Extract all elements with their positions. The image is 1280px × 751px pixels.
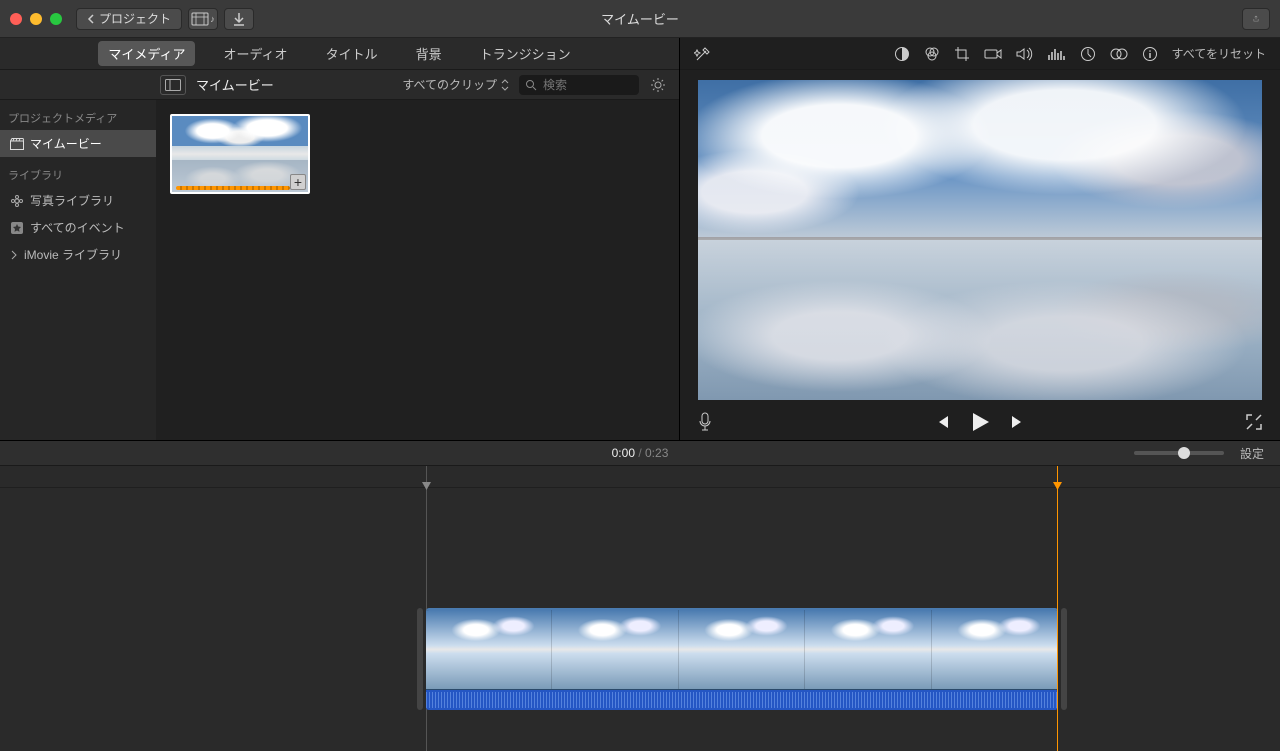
clip-thumbnail[interactable]: + <box>170 114 310 194</box>
clapperboard-icon <box>10 138 24 150</box>
import-button[interactable] <box>224 8 254 30</box>
clip-browser: + <box>156 100 679 440</box>
media-tabs: マイメディア オーディオ タイトル 背景 トランジション <box>0 38 679 70</box>
timeline-ruler[interactable] <box>0 466 1280 488</box>
volume-icon[interactable] <box>1016 46 1034 62</box>
zoom-slider[interactable] <box>1134 451 1224 455</box>
tab-backgrounds[interactable]: 背景 <box>406 41 452 66</box>
stabilization-icon[interactable] <box>984 47 1002 61</box>
timeline[interactable] <box>0 466 1280 751</box>
clip-audio-track[interactable] <box>426 690 1058 710</box>
color-correction-icon[interactable] <box>924 46 940 62</box>
fullscreen-icon[interactable] <box>1246 414 1262 430</box>
timeline-settings-button[interactable]: 設定 <box>1240 445 1264 462</box>
star-icon <box>10 221 24 235</box>
playhead[interactable] <box>1057 466 1058 751</box>
sidebar-item-photo-library[interactable]: 写真ライブラリ <box>0 187 156 214</box>
window-controls <box>10 13 62 25</box>
chevron-right-icon <box>10 250 18 260</box>
minimize-window[interactable] <box>30 13 42 25</box>
clip-handle-right[interactable] <box>1061 608 1067 710</box>
info-icon[interactable] <box>1142 46 1158 62</box>
tab-transitions[interactable]: トランジション <box>470 41 581 66</box>
clip-filter-icon[interactable] <box>1110 47 1128 61</box>
sidebar-header-library: ライブラリ <box>0 163 156 187</box>
current-time: 0:00 <box>612 446 635 460</box>
color-balance-icon[interactable] <box>894 46 910 62</box>
theme-button[interactable]: ♪ <box>188 8 218 30</box>
enhance-icon[interactable] <box>694 45 712 63</box>
play-button[interactable] <box>970 411 990 433</box>
transport-controls <box>680 404 1280 440</box>
search-input[interactable] <box>519 75 639 95</box>
preview-viewer[interactable] <box>698 80 1262 400</box>
search-icon <box>525 79 537 91</box>
back-to-projects-button[interactable]: プロジェクト <box>76 8 182 30</box>
speed-icon[interactable] <box>1080 46 1096 62</box>
next-button[interactable] <box>1010 414 1026 430</box>
tab-titles[interactable]: タイトル <box>316 41 388 66</box>
sidebar: プロジェクトメディア マイムービー ライブラリ 写真ライブラリ すべてのイベント… <box>0 100 156 440</box>
close-window[interactable] <box>10 13 22 25</box>
zoom-window[interactable] <box>50 13 62 25</box>
timeline-header: 0:00 / 0:23 設定 <box>0 440 1280 466</box>
prev-button[interactable] <box>934 414 950 430</box>
usage-indicator <box>176 186 290 190</box>
sidebar-item-all-events[interactable]: すべてのイベント <box>0 214 156 241</box>
sidebar-item-my-movie[interactable]: マイムービー <box>0 130 156 157</box>
browser-title: マイムービー <box>196 75 274 94</box>
adjustment-toolbar: すべてをリセット <box>680 38 1280 70</box>
timeline-clip[interactable] <box>426 608 1058 712</box>
tab-audio[interactable]: オーディオ <box>213 41 297 66</box>
titlebar: プロジェクト ♪ マイムービー <box>0 0 1280 38</box>
noise-reduction-icon[interactable] <box>1048 47 1066 61</box>
browser-settings-button[interactable] <box>649 76 667 94</box>
tab-my-media[interactable]: マイメディア <box>98 41 195 66</box>
flower-icon <box>10 194 24 208</box>
sidebar-header-project-media: プロジェクトメディア <box>0 106 156 130</box>
add-clip-button[interactable]: + <box>290 174 306 190</box>
clip-filter-dropdown[interactable]: すべてのクリップ <box>402 76 509 93</box>
crop-icon[interactable] <box>954 46 970 62</box>
share-button[interactable] <box>1242 8 1270 30</box>
sidebar-toggle[interactable] <box>160 75 186 95</box>
clip-handle-left[interactable] <box>417 608 423 710</box>
sidebar-item-imovie-library[interactable]: iMovie ライブラリ <box>0 241 156 268</box>
voiceover-icon[interactable] <box>698 412 712 432</box>
reset-all-button[interactable]: すべてをリセット <box>1172 45 1266 62</box>
total-time: 0:23 <box>645 446 668 460</box>
